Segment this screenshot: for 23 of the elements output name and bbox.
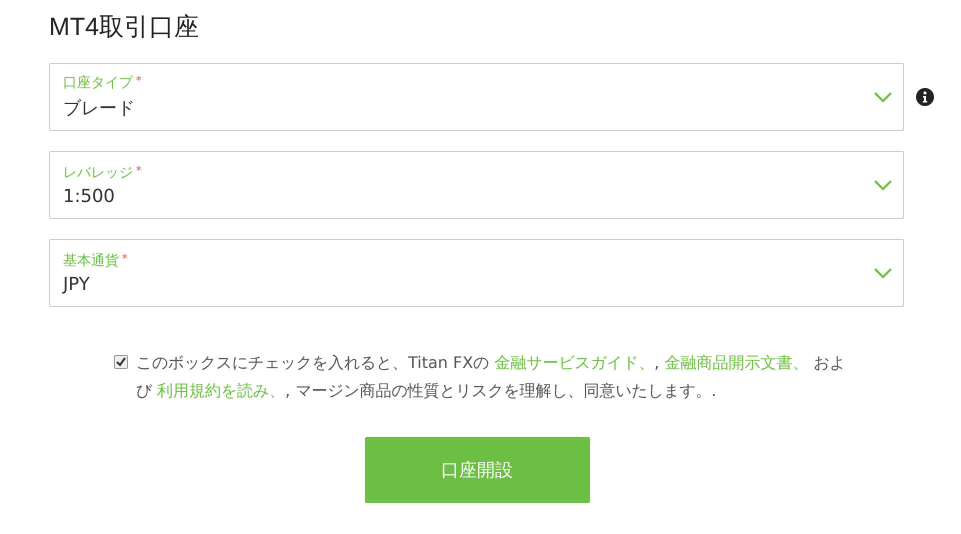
required-mark: * — [136, 164, 142, 176]
field-label: 基本通貨 — [63, 252, 119, 270]
required-mark: * — [122, 252, 128, 264]
info-icon[interactable] — [916, 88, 934, 106]
chevron-down-icon — [873, 267, 893, 279]
link[interactable]: 金融商品開示文書、 — [664, 353, 808, 372]
field-label: レバレッジ — [63, 164, 133, 182]
link[interactable]: 金融サービスガイド、 — [494, 353, 654, 372]
field-value: 1:500 — [63, 186, 116, 206]
field-label: 口座タイプ — [63, 74, 133, 92]
page-title: MT4取引口座 — [49, 12, 199, 43]
select-field[interactable]: 口座タイプ * ブレード — [49, 63, 904, 131]
select-field[interactable]: 基本通貨 * JPY — [49, 239, 904, 307]
open-account-button[interactable]: 口座開設 — [364, 437, 590, 503]
checkbox[interactable] — [114, 355, 128, 369]
select-field[interactable]: レバレッジ * 1:500 — [49, 151, 904, 219]
chevron-down-icon — [873, 91, 893, 103]
agreement-text: このボックスにチェックを入れると、Titan FXの 金融サービスガイド、, 金融商品開示文書、 および 利用規約を読み、, マージン商品の性質とリスクを理解し、同意いたします。. — [136, 352, 847, 402]
link[interactable]: 利用規約を読み、 — [157, 381, 286, 400]
field-value: JPY — [63, 274, 91, 294]
chevron-down-icon — [873, 179, 893, 191]
field-value: ブレード — [63, 97, 136, 120]
required-mark: * — [136, 74, 142, 87]
